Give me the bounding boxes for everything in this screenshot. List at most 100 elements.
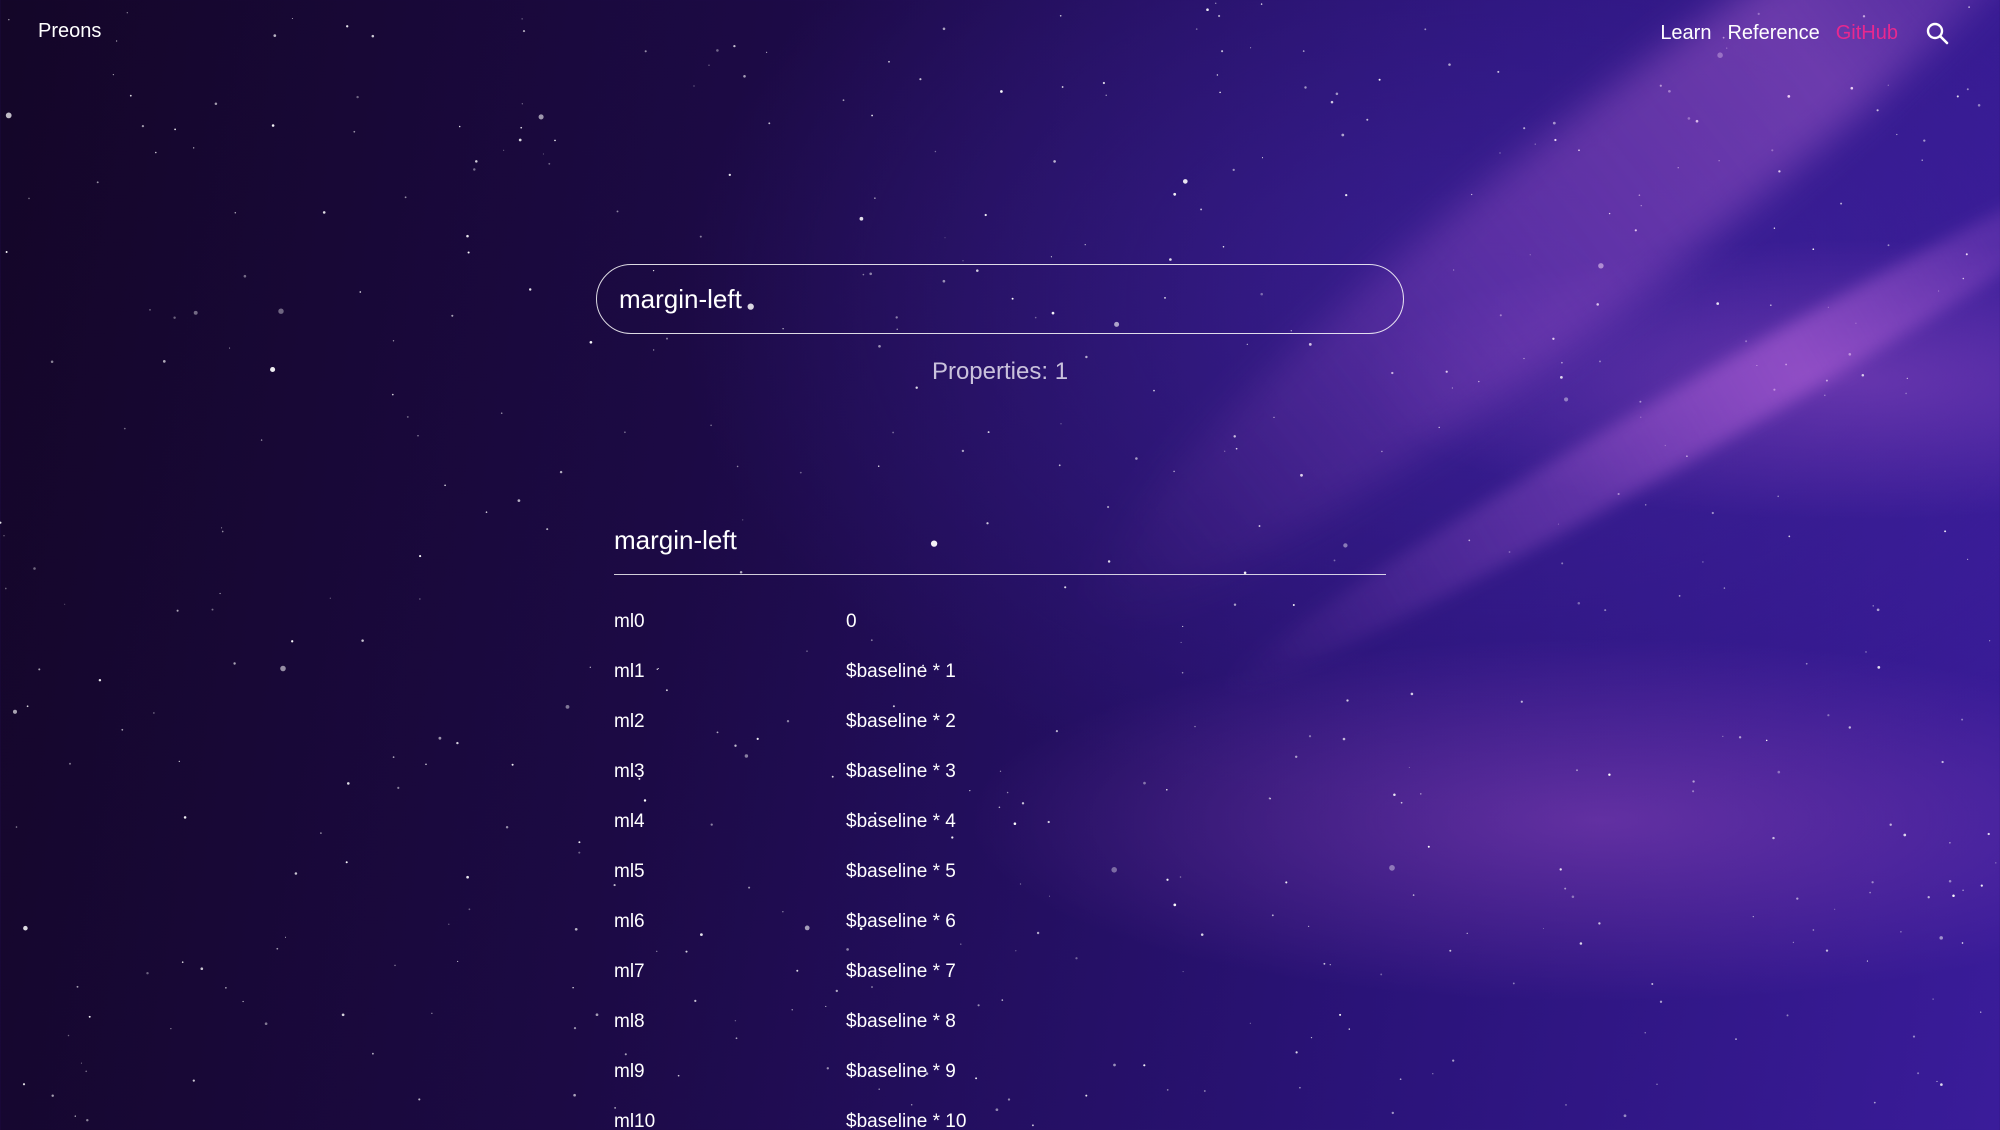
star [961, 449, 965, 453]
star [1995, 862, 1997, 864]
star [146, 971, 149, 975]
class-value: $baseline * 6 [846, 911, 956, 932]
star [51, 1094, 54, 1097]
star [438, 736, 442, 740]
star [1738, 736, 1742, 739]
star [1420, 793, 1422, 795]
star [962, 260, 964, 262]
star [1850, 86, 1854, 90]
properties-count-label: Properties: [931, 358, 1049, 385]
star [178, 760, 180, 763]
star [934, 150, 937, 153]
star [1961, 718, 1964, 721]
star [347, 782, 350, 785]
top-nav-bar: Preons Learn Reference GitHub [0, 0, 2000, 70]
star [1961, 942, 1964, 944]
star [67, 1034, 70, 1037]
star [1936, 1080, 1938, 1082]
star [1451, 387, 1453, 389]
star [859, 216, 864, 221]
star [1135, 457, 1138, 460]
star [1050, 256, 1052, 258]
star [1952, 894, 1955, 898]
star [1561, 562, 1564, 565]
star [211, 608, 214, 611]
star [1366, 118, 1369, 121]
star [874, 197, 876, 199]
star [356, 95, 359, 99]
property-search-input[interactable] [596, 264, 1404, 334]
brand-logo-link[interactable]: Preons [38, 20, 101, 43]
star [565, 705, 570, 709]
property-class-row: ml8 $baseline * 8 [614, 997, 1386, 1047]
star [1735, 1038, 1737, 1040]
star [1000, 90, 1003, 93]
star [1412, 894, 1415, 896]
star [276, 947, 279, 950]
star [392, 340, 395, 342]
star [353, 130, 356, 133]
star [243, 274, 247, 278]
search-icon[interactable] [1924, 20, 1950, 46]
star [1608, 212, 1611, 215]
star [878, 344, 881, 348]
star [1921, 159, 1923, 161]
star [1449, 949, 1452, 952]
star [221, 527, 223, 529]
star [1939, 936, 1943, 940]
star [1520, 700, 1523, 703]
star [1692, 780, 1695, 783]
star [693, 85, 695, 87]
star [15, 826, 18, 828]
star [391, 393, 394, 396]
star [170, 1028, 172, 1030]
star [284, 936, 287, 938]
nav-reference-link[interactable]: Reference [1727, 22, 1819, 45]
star [1497, 70, 1500, 73]
star [1932, 998, 1934, 1000]
star [1173, 192, 1177, 196]
star [12, 709, 18, 714]
star [200, 967, 204, 971]
star [418, 1098, 421, 1101]
class-value: $baseline * 2 [846, 711, 956, 732]
nav-learn-link[interactable]: Learn [1660, 22, 1711, 45]
star [1410, 692, 1414, 696]
star [1452, 1059, 1455, 1062]
star [22, 1083, 26, 1086]
star [1640, 205, 1642, 207]
property-class-row: ml7 $baseline * 7 [614, 947, 1386, 997]
star [1944, 530, 1947, 533]
property-title: margin-left [614, 525, 1386, 575]
star [1796, 897, 1799, 900]
star [260, 439, 263, 441]
star [1233, 435, 1236, 438]
star [1962, 277, 1965, 280]
star [1787, 95, 1791, 98]
star [1596, 303, 1599, 306]
star [26, 705, 29, 708]
star [153, 712, 155, 714]
star [88, 1015, 91, 1018]
star [1722, 735, 1724, 738]
star [944, 237, 946, 239]
star [1777, 770, 1781, 774]
star [1905, 392, 1907, 395]
star [1216, 74, 1219, 76]
star [1639, 400, 1642, 403]
nav-github-link[interactable]: GitHub [1836, 22, 1898, 45]
properties-count-value: 1 [1054, 358, 1069, 385]
star [1571, 895, 1575, 898]
star [1773, 227, 1776, 229]
star [33, 567, 36, 570]
star [799, 471, 802, 474]
star [1980, 884, 1983, 887]
star [1848, 726, 1852, 729]
star [1173, 470, 1175, 473]
star [1598, 922, 1601, 925]
star [1765, 739, 1768, 742]
star [1523, 127, 1526, 130]
star [1084, 244, 1086, 246]
star [149, 309, 151, 311]
star [181, 961, 184, 963]
